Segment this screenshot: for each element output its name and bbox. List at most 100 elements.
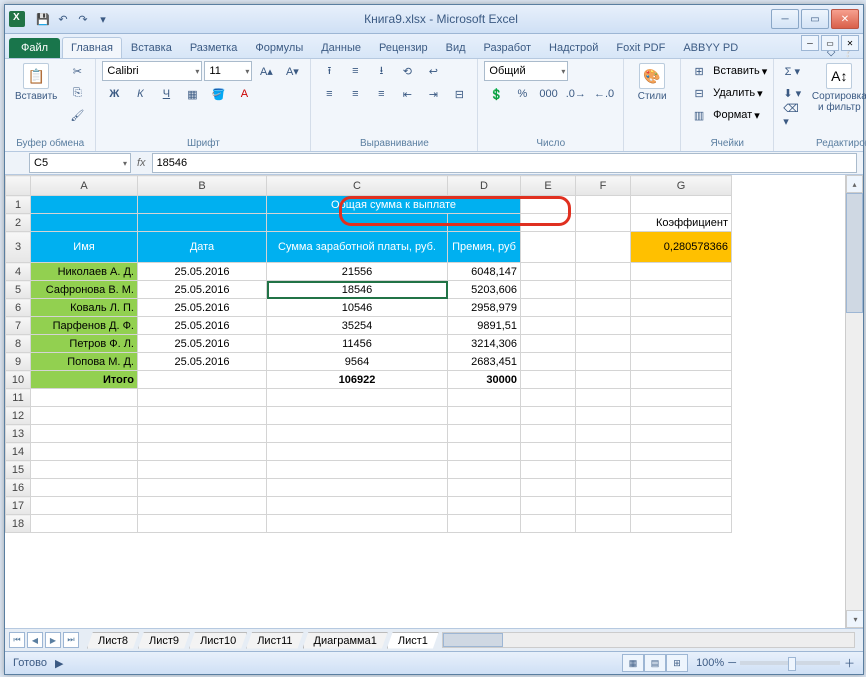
qat-customize[interactable]: ▾ — [95, 11, 111, 27]
tab-view[interactable]: Вид — [437, 37, 475, 58]
zoom-slider[interactable] — [740, 661, 840, 665]
cell[interactable] — [521, 425, 576, 443]
cell[interactable] — [521, 479, 576, 497]
cell[interactable]: 30000 — [448, 371, 521, 389]
cell[interactable]: 25.05.2016 — [138, 353, 267, 371]
cell[interactable]: 18546 — [267, 281, 448, 299]
cell[interactable] — [631, 497, 732, 515]
cell[interactable]: 2958,979 — [448, 299, 521, 317]
cell[interactable] — [138, 196, 267, 214]
tab-developer[interactable]: Разработ — [475, 37, 540, 58]
cell[interactable] — [138, 461, 267, 479]
cell[interactable] — [267, 515, 448, 533]
tab-nav-next[interactable]: ▶ — [45, 632, 61, 648]
cell[interactable]: Сумма заработной платы, руб. — [267, 232, 448, 263]
sort-filter-button[interactable]: А↕Сортировка и фильтр — [808, 61, 866, 115]
cell[interactable]: 11456 — [267, 335, 448, 353]
col-header[interactable]: G — [631, 176, 732, 196]
cell[interactable] — [267, 497, 448, 515]
cell[interactable]: Итого — [31, 371, 138, 389]
row-header[interactable]: 1 — [6, 196, 31, 214]
cell[interactable] — [138, 497, 267, 515]
cell[interactable] — [631, 353, 732, 371]
cell[interactable]: 21556 — [267, 263, 448, 281]
col-header[interactable]: E — [521, 176, 576, 196]
align-top-button[interactable]: ⭱ — [317, 61, 341, 81]
sheet-tab[interactable]: Диаграмма1 — [303, 632, 388, 649]
clear-button[interactable]: ⌫ ▾ — [780, 105, 804, 125]
cell[interactable] — [631, 479, 732, 497]
cell[interactable] — [576, 389, 631, 407]
copy-button[interactable]: ⎘ — [65, 83, 89, 103]
tab-nav-last[interactable]: ⏭ — [63, 632, 79, 648]
macro-rec-icon[interactable]: ▶ — [55, 657, 63, 670]
sheet-tab[interactable]: Лист9 — [138, 632, 190, 649]
cell[interactable] — [631, 515, 732, 533]
cell[interactable] — [31, 214, 138, 232]
cell[interactable] — [31, 443, 138, 461]
close-button[interactable]: ✕ — [831, 9, 859, 29]
cell[interactable] — [521, 443, 576, 461]
cell[interactable] — [448, 407, 521, 425]
cell[interactable]: 9564 — [267, 353, 448, 371]
tab-data[interactable]: Данные — [312, 37, 370, 58]
orientation-button[interactable]: ⟲ — [395, 61, 419, 81]
mdi-restore[interactable]: ▭ — [821, 35, 839, 51]
tab-home[interactable]: Главная — [62, 37, 122, 58]
cell[interactable] — [521, 353, 576, 371]
fx-icon[interactable]: fx — [137, 157, 146, 169]
cell[interactable]: 3214,306 — [448, 335, 521, 353]
zoom-out-button[interactable]: ─ — [728, 657, 736, 669]
cell[interactable] — [631, 335, 732, 353]
cell[interactable] — [31, 515, 138, 533]
cell[interactable] — [267, 425, 448, 443]
cell[interactable] — [576, 299, 631, 317]
cell[interactable] — [267, 443, 448, 461]
sheet-tab[interactable]: Лист11 — [246, 632, 303, 649]
tab-addins[interactable]: Надстрой — [540, 37, 607, 58]
cell[interactable] — [138, 371, 267, 389]
bold-button[interactable]: Ж — [102, 84, 126, 104]
align-center-button[interactable]: ≡ — [343, 84, 367, 104]
cell[interactable]: 25.05.2016 — [138, 263, 267, 281]
cell[interactable] — [576, 232, 631, 263]
cell[interactable] — [31, 497, 138, 515]
file-tab[interactable]: Файл — [9, 38, 60, 58]
row-header[interactable]: 9 — [6, 353, 31, 371]
insert-cells-button[interactable]: ⊞ — [687, 61, 711, 81]
row-header[interactable]: 17 — [6, 497, 31, 515]
cell[interactable] — [576, 371, 631, 389]
cell[interactable] — [576, 335, 631, 353]
cell[interactable]: Парфенов Д. Ф. — [31, 317, 138, 335]
cell[interactable] — [576, 281, 631, 299]
cell[interactable] — [576, 317, 631, 335]
cell[interactable] — [521, 497, 576, 515]
view-normal-button[interactable]: ▦ — [622, 654, 644, 672]
row-header[interactable]: 13 — [6, 425, 31, 443]
cell[interactable] — [631, 263, 732, 281]
cell[interactable]: 2683,451 — [448, 353, 521, 371]
row-header[interactable]: 11 — [6, 389, 31, 407]
cell[interactable]: Николаев А. Д. — [31, 263, 138, 281]
row-header[interactable]: 3 — [6, 232, 31, 263]
col-header[interactable]: C — [267, 176, 448, 196]
cell[interactable] — [631, 461, 732, 479]
cell[interactable] — [521, 299, 576, 317]
number-format-combo[interactable]: Общий — [484, 61, 568, 81]
cell[interactable] — [576, 515, 631, 533]
tab-abbyy[interactable]: ABBYY PD — [674, 37, 747, 58]
row-header[interactable]: 16 — [6, 479, 31, 497]
cell[interactable]: 9891,51 — [448, 317, 521, 335]
tab-foxit[interactable]: Foxit PDF — [607, 37, 674, 58]
row-header[interactable]: 14 — [6, 443, 31, 461]
merge-button[interactable]: ⊟ — [447, 84, 471, 104]
decrease-indent-button[interactable]: ⇤ — [395, 84, 419, 104]
cell[interactable] — [31, 389, 138, 407]
cell[interactable]: 25.05.2016 — [138, 317, 267, 335]
cell[interactable] — [631, 425, 732, 443]
align-bottom-button[interactable]: ⭳ — [369, 61, 393, 81]
cell[interactable] — [31, 461, 138, 479]
cell[interactable] — [576, 263, 631, 281]
align-left-button[interactable]: ≡ — [317, 84, 341, 104]
cell[interactable]: Дата — [138, 232, 267, 263]
